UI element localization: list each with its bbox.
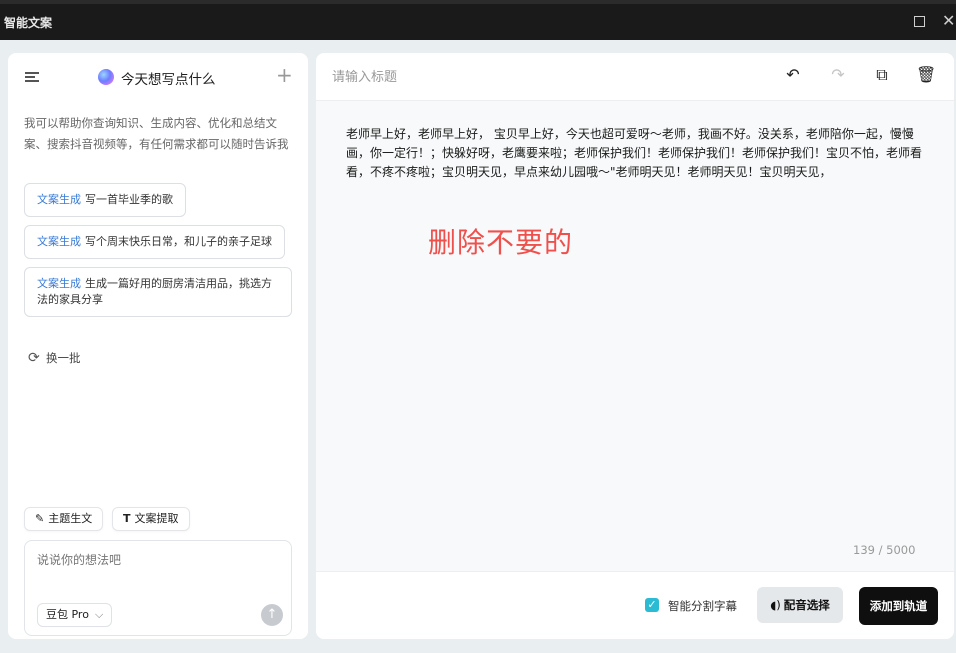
- suggestion-tag: 文案生成: [37, 277, 81, 290]
- arrow-up-icon: ↑: [266, 607, 278, 622]
- redo-icon[interactable]: ↷: [828, 65, 848, 85]
- suggestion-text: 写一首毕业季的歌: [85, 193, 173, 206]
- add-to-track-button[interactable]: 添加到轨道: [859, 587, 938, 625]
- smart-subtitle-checkbox[interactable]: ✓: [645, 598, 659, 612]
- voice-icon: ◖): [770, 598, 781, 612]
- maximize-icon[interactable]: [911, 13, 927, 29]
- new-chat-plus-icon[interactable]: +: [276, 65, 293, 85]
- footer-divider: [316, 571, 954, 572]
- menu-icon[interactable]: [25, 70, 39, 84]
- assistant-intro: 我可以帮助你查询知识、生成内容、优化和总结文案、搜索抖音视频等，有任何需求都可以…: [24, 116, 289, 151]
- assistant-title: 今天想写点什么: [121, 72, 216, 88]
- suggestion-item[interactable]: 文案生成 写个周末快乐日常，和儿子的亲子足球: [24, 225, 285, 259]
- prompt-input-box: 豆包 Pro ⌵ ↑: [24, 540, 292, 636]
- chip-label: 主题生文: [48, 512, 93, 525]
- char-counter: 139 / 5000: [853, 543, 916, 557]
- suggestion-text: 写个周末快乐日常，和儿子的亲子足球: [85, 235, 272, 248]
- topic-generate-chip[interactable]: ✎ 主题生文: [24, 507, 104, 531]
- smart-subtitle-label: 智能分割字幕: [668, 599, 737, 613]
- suggestion-tag: 文案生成: [37, 193, 81, 206]
- refresh-label: 换一批: [46, 351, 81, 365]
- model-select[interactable]: 豆包 Pro ⌵: [37, 603, 113, 627]
- copy-icon[interactable]: ⧉: [872, 65, 892, 85]
- prompt-input[interactable]: [37, 553, 277, 567]
- voice-select-button[interactable]: ◖) 配音选择: [757, 587, 843, 623]
- pen-icon: ✎: [35, 512, 45, 525]
- suggestion-item[interactable]: 文案生成 写一首毕业季的歌: [24, 183, 186, 217]
- title-input[interactable]: [332, 67, 712, 87]
- editor-panel: ↶ ↷ ⧉ 🗑 老师早上好，老师早上好， 宝贝早上好，今天也超可爱呀～老师，我画…: [316, 53, 954, 639]
- chevron-down-icon: ⌵: [94, 608, 104, 621]
- editor-body-text[interactable]: 老师早上好，老师早上好， 宝贝早上好，今天也超可爱呀～老师，我画不好。没关系，老…: [346, 125, 926, 182]
- voice-button-label: 配音选择: [783, 598, 830, 612]
- assistant-panel: 今天想写点什么 + 我可以帮助你查询知识、生成内容、优化和总结文案、搜索抖音视频…: [8, 53, 308, 639]
- main-area: 今天想写点什么 + 我可以帮助你查询知识、生成内容、优化和总结文案、搜索抖音视频…: [0, 40, 956, 653]
- annotation-text: 删除不要的: [428, 226, 574, 259]
- ai-orb-icon: [98, 69, 114, 85]
- text-icon: T: [123, 512, 131, 525]
- send-button[interactable]: ↑: [261, 604, 283, 626]
- refresh-icon: ⟳: [28, 350, 40, 366]
- chip-label: 文案提取: [134, 512, 179, 525]
- suggestion-tag: 文案生成: [37, 235, 81, 248]
- close-icon[interactable]: ✕: [942, 13, 956, 29]
- title-bar: 智能文案 ✕: [0, 4, 956, 40]
- text-extract-chip[interactable]: T 文案提取: [112, 507, 190, 531]
- model-label: 豆包 Pro: [46, 608, 89, 621]
- window-title: 智能文案: [4, 16, 53, 30]
- trash-icon[interactable]: 🗑: [916, 65, 936, 85]
- suggestion-item[interactable]: 文案生成 生成一篇好用的厨房清洁用品，挑选方法的家具分享: [24, 267, 292, 317]
- refresh-button[interactable]: ⟳ 换一批: [28, 350, 81, 366]
- undo-icon[interactable]: ↶: [783, 65, 803, 85]
